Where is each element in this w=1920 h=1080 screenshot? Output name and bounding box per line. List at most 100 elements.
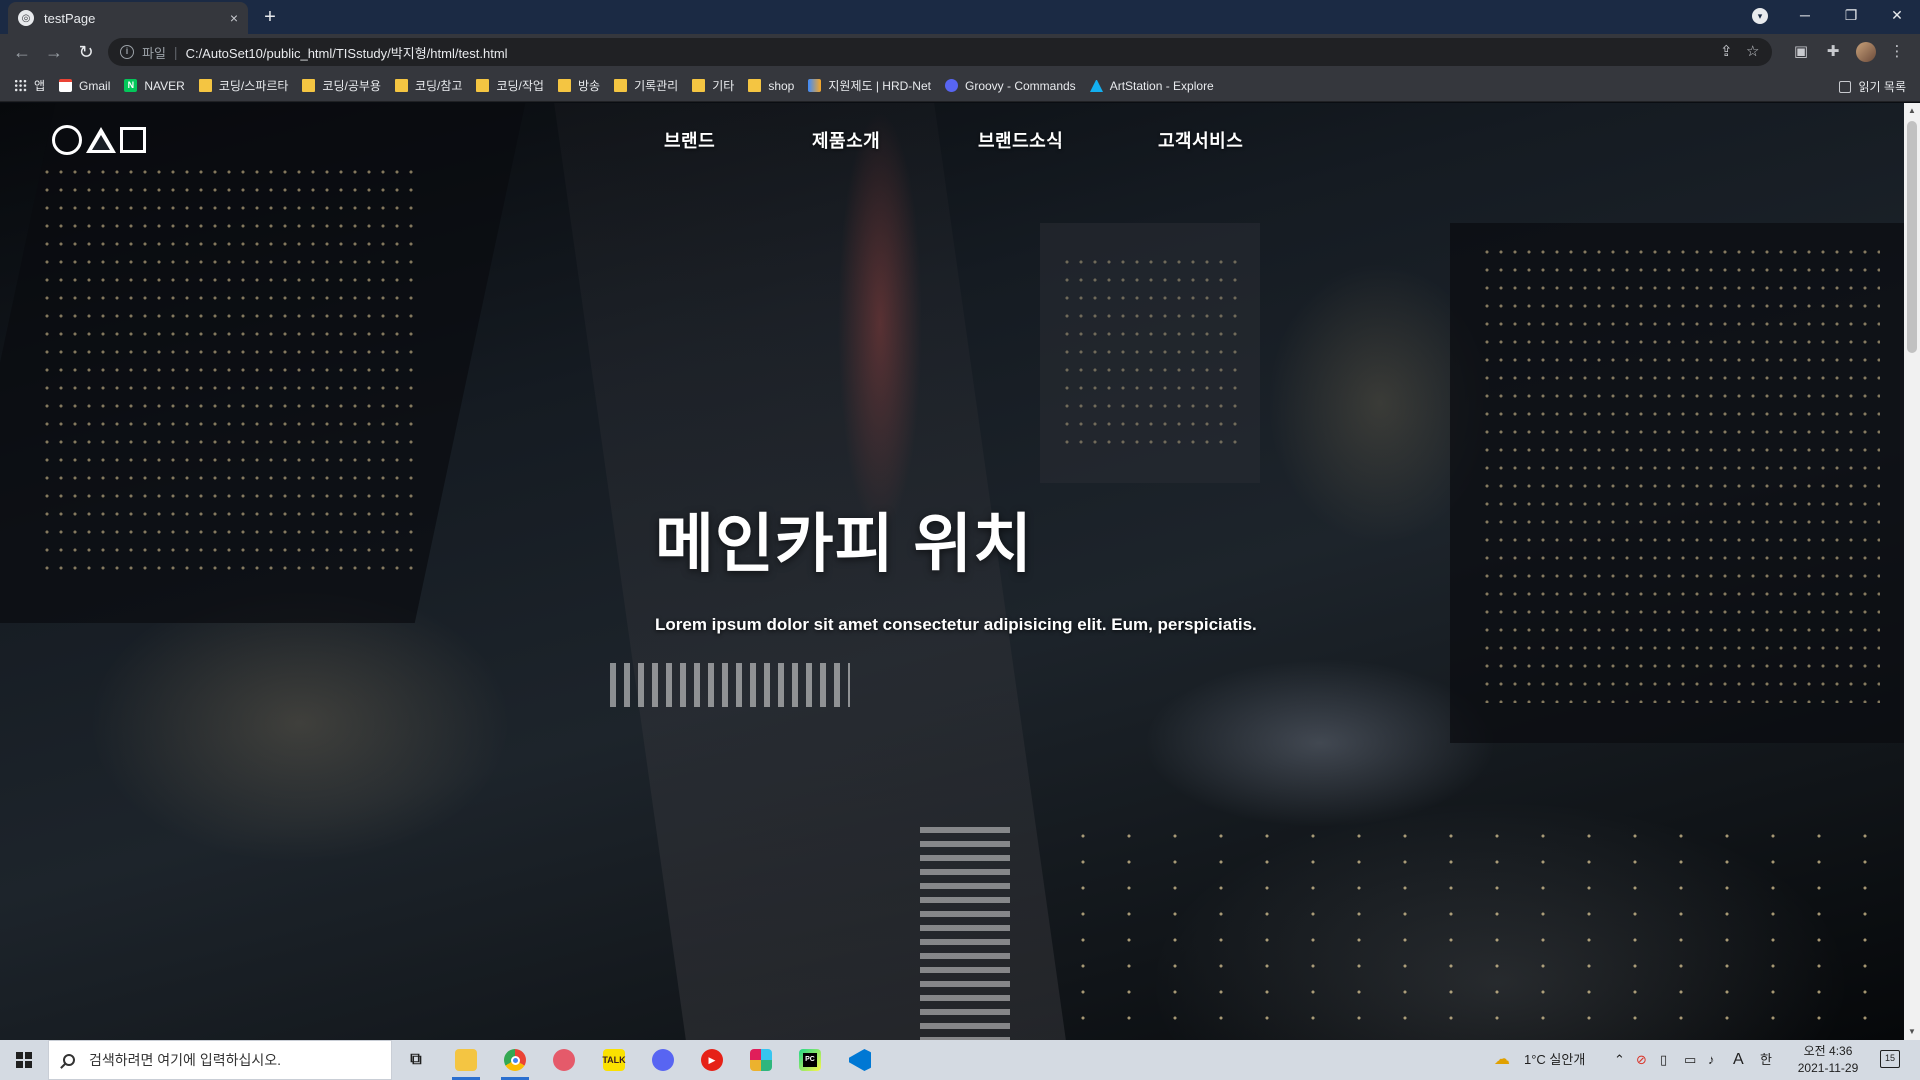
close-window-button[interactable]: ✕ xyxy=(1874,0,1920,30)
hero-background-crosswalk xyxy=(610,663,850,707)
start-button[interactable] xyxy=(0,1040,48,1080)
address-url[interactable]: C:/AutoSet10/public_html/TISstudy/박지형/ht… xyxy=(186,43,508,62)
clock-date: 2021-11-29 xyxy=(1797,1061,1859,1075)
nav-item-brand[interactable]: 브랜드 xyxy=(664,127,715,153)
pycharm-button[interactable]: PC xyxy=(790,1044,830,1076)
kebab-menu-icon[interactable]: ⋮ xyxy=(1886,41,1908,63)
forward-button[interactable]: → xyxy=(42,40,66,64)
bookmark-naver[interactable]: N NAVER xyxy=(124,79,185,93)
hero-background-crosswalk xyxy=(920,823,1010,1040)
folder-icon xyxy=(302,79,316,92)
naver-icon: N xyxy=(124,79,138,92)
address-bar[interactable]: i 파일 | C:/AutoSet10/public_html/TISstudy… xyxy=(108,38,1772,66)
bookmark-groovy[interactable]: Groovy - Commands xyxy=(944,79,1076,93)
youtube-music-button[interactable]: ▶ xyxy=(692,1044,732,1076)
chrome-icon xyxy=(504,1049,526,1071)
scroll-down-icon[interactable]: ▼ xyxy=(1904,1024,1920,1040)
pycharm-badge-icon: PC xyxy=(803,1053,817,1067)
restore-button[interactable]: ❐ xyxy=(1828,0,1874,30)
tab-title: testPage xyxy=(44,10,96,26)
bookmark-star-icon[interactable]: ☆ xyxy=(1746,38,1759,66)
taskbar-clock[interactable]: 오전 4:36 2021-11-29 xyxy=(1790,1043,1866,1077)
folder-icon xyxy=(557,79,571,92)
slack-button[interactable] xyxy=(741,1044,781,1076)
vscode-button[interactable] xyxy=(840,1044,880,1076)
folder-icon xyxy=(455,1049,477,1071)
notification-center-icon[interactable]: 15 xyxy=(1880,1050,1900,1068)
hero-background-lights xyxy=(40,163,420,583)
hero-background-lights xyxy=(1060,253,1240,453)
bookmark-artstation[interactable]: ArtStation - Explore xyxy=(1089,78,1214,93)
browser-toolbar: ← → ↻ i 파일 | C:/AutoSet10/public_html/TI… xyxy=(0,34,1920,70)
bookmark-folder[interactable]: 코딩/참고 xyxy=(394,77,463,94)
bookmark-folder[interactable]: 기타 xyxy=(692,77,734,94)
play-icon: ▶ xyxy=(701,1049,723,1071)
hero-background-lights xyxy=(1480,243,1880,703)
bookmark-apps[interactable]: 앱 xyxy=(14,77,45,94)
hrd-net-icon xyxy=(808,79,822,92)
chevron-up-icon[interactable]: ⌃ xyxy=(1614,1040,1625,1080)
close-tab-icon[interactable]: × xyxy=(230,10,238,26)
page-scrollbar[interactable]: ▲ ▼ xyxy=(1904,103,1920,1040)
bookmark-gmail[interactable]: Gmail xyxy=(59,79,110,93)
folder-icon xyxy=(692,79,706,92)
groovy-icon xyxy=(944,79,958,92)
kakaotalk-button[interactable]: TALK xyxy=(594,1044,634,1076)
nav-item-customer-service[interactable]: 고객서비스 xyxy=(1158,127,1243,153)
reading-list[interactable]: 읽기 목록 xyxy=(1838,78,1906,95)
power-icon[interactable]: ▯ xyxy=(1660,1040,1667,1080)
reload-button[interactable]: ↻ xyxy=(74,40,98,64)
bookmark-label: 코딩/공부용 xyxy=(322,79,381,93)
new-tab-button[interactable]: + xyxy=(258,6,282,30)
bookmark-label: Gmail xyxy=(79,78,111,93)
discord-button[interactable] xyxy=(643,1044,683,1076)
info-icon[interactable]: i xyxy=(120,45,134,59)
network-icon[interactable]: ▭ xyxy=(1684,1040,1696,1080)
folder-icon xyxy=(476,79,490,92)
browser-tab[interactable]: ◎ testPage × xyxy=(8,2,248,34)
hero-title: 메인카피 위치 xyxy=(655,508,1034,580)
volume-icon[interactable]: ♪ xyxy=(1708,1040,1715,1080)
bookmark-folder[interactable]: 코딩/공부용 xyxy=(302,77,381,94)
bookmark-folder[interactable]: 코딩/스파르타 xyxy=(198,77,288,94)
bookmark-hrd-net[interactable]: 지원제도 | HRD-Net xyxy=(808,77,931,94)
bookmark-folder[interactable]: 코딩/작업 xyxy=(476,77,544,94)
task-view-button[interactable]: ⧉ xyxy=(396,1044,436,1076)
back-button[interactable]: ← xyxy=(10,40,34,64)
ime-mode-a[interactable]: A xyxy=(1733,1040,1744,1080)
scrollbar-thumb[interactable] xyxy=(1907,121,1917,353)
weather-icon[interactable]: ☁ xyxy=(1494,1040,1510,1080)
bookmark-label: 방송 xyxy=(577,79,601,93)
bookmark-folder[interactable]: shop xyxy=(748,79,794,93)
ime-mode-han[interactable]: 한 xyxy=(1760,1040,1772,1080)
bookmark-label: 앱 xyxy=(34,79,46,93)
clock-time: 오전 4:36 xyxy=(1803,1044,1853,1058)
nav-item-products[interactable]: 제품소개 xyxy=(812,127,880,153)
taskbar-search[interactable]: 검색하려면 여기에 입력하십시오. xyxy=(48,1040,392,1080)
extension-icon[interactable]: ▣ xyxy=(1790,41,1812,63)
snipping-tool-button[interactable] xyxy=(544,1044,584,1076)
bookmark-label: ArtStation - Explore xyxy=(1109,78,1214,93)
discord-icon xyxy=(652,1049,674,1071)
folder-icon xyxy=(198,79,212,92)
hero-background-cars xyxy=(1060,823,1880,1033)
bookmark-label: 기타 xyxy=(712,79,735,93)
file-explorer-button[interactable] xyxy=(446,1044,486,1080)
chrome-button[interactable] xyxy=(495,1044,535,1080)
share-icon[interactable]: ⇪ xyxy=(1720,38,1733,66)
minimize-button[interactable]: ─ xyxy=(1782,0,1828,30)
bookmark-folder[interactable]: 방송 xyxy=(557,77,601,94)
reading-list-icon xyxy=(1838,80,1851,93)
chrome-center-icon xyxy=(510,1055,520,1065)
scroll-up-icon[interactable]: ▲ xyxy=(1904,103,1920,119)
puzzle-extensions-icon[interactable]: ✚ xyxy=(1822,41,1844,63)
antivirus-icon[interactable]: ⊘ xyxy=(1636,1040,1647,1080)
tab-search-icon[interactable]: ▾ xyxy=(1752,8,1768,24)
bookmark-label: 코딩/참고 xyxy=(414,79,463,93)
folder-icon xyxy=(748,79,762,92)
profile-avatar[interactable] xyxy=(1856,42,1876,62)
weather-text[interactable]: 1°C 실안개 xyxy=(1524,1040,1585,1080)
nav-item-brand-news[interactable]: 브랜드소식 xyxy=(978,127,1063,153)
bookmark-folder[interactable]: 기록관리 xyxy=(614,77,678,94)
globe-icon: ◎ xyxy=(18,10,34,26)
